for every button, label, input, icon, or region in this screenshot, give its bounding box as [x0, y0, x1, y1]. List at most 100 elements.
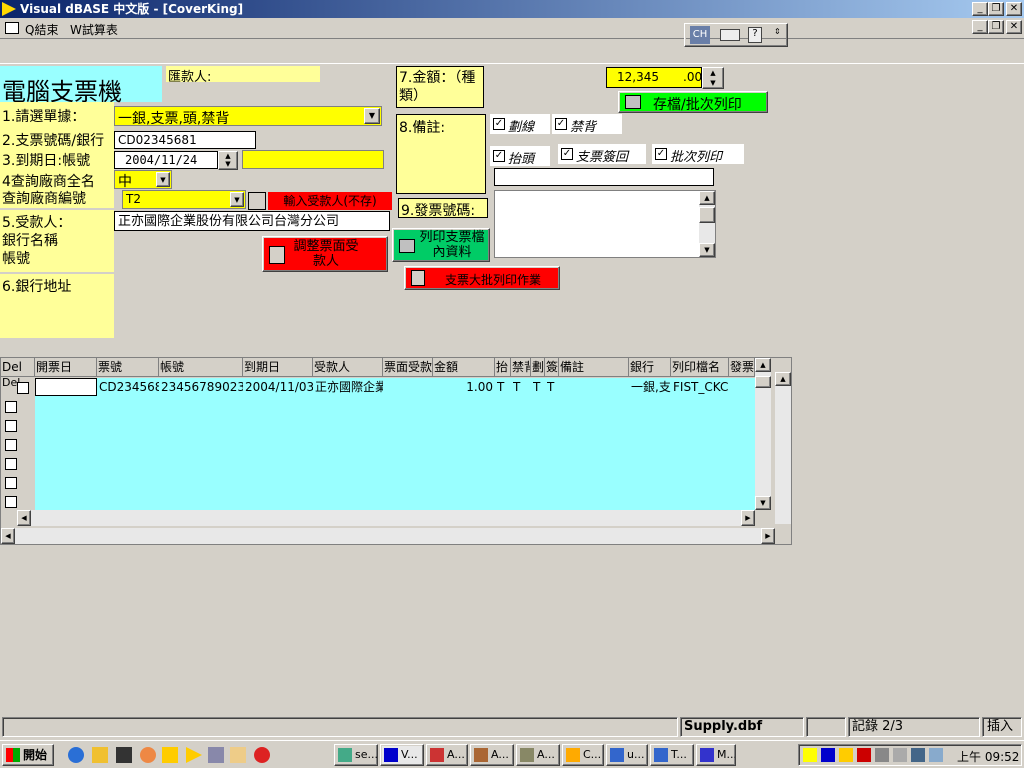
child-restore-button[interactable]: ❐ — [988, 20, 1004, 34]
row-delete-checkbox[interactable] — [5, 458, 17, 470]
child-minimize-button[interactable]: _ — [972, 20, 988, 34]
grid-cell[interactable]: 正亦國際企業 — [315, 378, 383, 396]
child-close-button[interactable]: ✕ — [1006, 20, 1022, 34]
grid-header[interactable]: 開票日 — [35, 358, 97, 377]
cross-line-checkbox[interactable]: ✓ 劃線 — [490, 114, 550, 135]
grid-cell[interactable]: T — [547, 378, 559, 396]
row-delete-checkbox[interactable] — [5, 477, 17, 489]
grid-header[interactable]: 銀行 — [629, 358, 671, 377]
taskbar-task-button[interactable]: M... — [696, 744, 736, 766]
grid-cell[interactable]: 一銀,支 — [631, 378, 671, 396]
row-delete-checkbox[interactable] — [5, 420, 17, 432]
due-date-field[interactable]: 2004/11/24 — [114, 151, 218, 169]
tray-icon[interactable] — [857, 748, 871, 762]
grid-cell[interactable]: 23456789023 — [161, 378, 243, 396]
grid-header[interactable]: 帳號 — [159, 358, 243, 377]
payee-field[interactable]: 正亦國際企業股份有限公司台灣分公司 — [114, 211, 390, 231]
grid-header[interactable]: 票號 — [97, 358, 159, 377]
grid-header[interactable]: 票面受款 — [383, 358, 433, 377]
taskbar-task-button[interactable]: T... — [650, 744, 694, 766]
record-icon[interactable] — [254, 747, 270, 763]
chevron-down-icon[interactable]: ▼ — [230, 192, 244, 207]
grid-header[interactable]: 抬 — [495, 358, 511, 377]
grid-vscroll[interactable]: ▲ — [775, 372, 791, 524]
ie-icon[interactable] — [68, 747, 84, 763]
check-number-field[interactable]: CD02345681 — [114, 131, 256, 149]
vendor-code-combo[interactable]: T2 ▼ — [122, 190, 246, 209]
grid-header[interactable]: 列印檔名 — [671, 358, 729, 377]
grid-hscroll[interactable]: ◀ ▶ — [1, 528, 775, 544]
document-select[interactable]: 一銀,支票,頭,禁背 ▼ — [114, 106, 382, 127]
row-delete-checkbox[interactable] — [17, 382, 29, 394]
taskbar-task-button[interactable]: A... — [516, 744, 560, 766]
restore-button[interactable]: ❐ — [988, 2, 1004, 16]
desktop-icon[interactable] — [116, 747, 132, 763]
tray-icon[interactable] — [929, 748, 943, 762]
data-grid[interactable]: Del開票日票號帳號到期日受款人票面受款金額抬禁背劃簽備註銀行列印檔名發票 De… — [0, 357, 792, 545]
tray-icon[interactable] — [911, 748, 925, 762]
batch-print-checkbox[interactable]: ✓ 批次列印 — [652, 144, 744, 165]
ime-menu-icon[interactable]: ⇕ — [774, 27, 782, 43]
grid-header[interactable]: 備註 — [559, 358, 629, 377]
textarea-scrollbar[interactable]: ▲ ▼ — [699, 191, 715, 257]
speaker-icon[interactable] — [803, 748, 817, 762]
grid-cell[interactable]: FIST_CKC — [673, 378, 729, 396]
input-payee-button[interactable]: 輸入受款人(不存) — [248, 192, 392, 210]
remarks-text-field[interactable] — [494, 168, 714, 186]
amount-field[interactable]: 12,345 .00 — [606, 67, 702, 88]
grid-header[interactable]: 發票 — [729, 358, 755, 377]
tray-icon[interactable] — [821, 748, 835, 762]
grid-header[interactable]: 到期日 — [243, 358, 313, 377]
menu-trial[interactable]: W試算表 — [70, 21, 118, 38]
balloon-icon[interactable] — [140, 747, 156, 763]
row-delete-checkbox[interactable] — [5, 496, 17, 508]
tool-icon[interactable] — [208, 747, 224, 763]
grid-cell[interactable]: CD234568 — [99, 378, 159, 396]
media-icon[interactable] — [162, 747, 178, 763]
batch-print-button[interactable]: 支票大批列印作業 — [404, 266, 560, 290]
tray-icon[interactable] — [839, 748, 853, 762]
grid-cell[interactable] — [37, 378, 97, 396]
grid-cell[interactable]: 1.00 — [435, 378, 495, 396]
grid-cell[interactable]: 2004/11/03 — [245, 378, 313, 396]
invoice-textarea[interactable]: ▲ ▼ — [494, 190, 716, 258]
grid-header[interactable]: 受款人 — [313, 358, 383, 377]
adjust-payee-button[interactable]: 調整票面受款人 — [262, 236, 388, 272]
outlook-icon[interactable] — [92, 747, 108, 763]
grid-header[interactable]: 劃 — [531, 358, 545, 377]
taskbar-task-button[interactable]: V... — [380, 744, 424, 766]
tray-icon[interactable] — [875, 748, 889, 762]
row-delete-checkbox[interactable] — [5, 439, 17, 451]
ch-button[interactable]: CH — [690, 26, 710, 44]
chevron-down-icon[interactable]: ▼ — [156, 172, 170, 187]
row-delete-checkbox[interactable] — [5, 401, 17, 413]
taskbar-task-button[interactable]: C... — [562, 744, 604, 766]
grid-header[interactable]: 金額 — [433, 358, 495, 377]
grid-cell[interactable]: T — [533, 378, 545, 396]
start-button[interactable]: 開始 — [2, 744, 54, 766]
due-date-spinner[interactable]: ▲ ▼ — [218, 151, 238, 170]
taskbar-task-button[interactable]: A... — [426, 744, 468, 766]
head-checkbox[interactable]: ✓ 抬頭 — [490, 146, 550, 167]
remarks-box[interactable]: 8.備註: — [396, 114, 486, 194]
taskbar-task-button[interactable]: u... — [606, 744, 648, 766]
edit-icon[interactable] — [230, 747, 246, 763]
chevron-down-icon[interactable]: ▼ — [364, 108, 380, 124]
minimize-button[interactable]: _ — [972, 2, 988, 16]
tray-icon[interactable] — [893, 748, 907, 762]
grid-header[interactable]: 禁背 — [511, 358, 531, 377]
taskbar-task-button[interactable]: se... — [334, 744, 378, 766]
keyboard-icon[interactable] — [720, 29, 740, 41]
help-icon[interactable]: ? — [748, 27, 762, 43]
taskbar-task-button[interactable]: A... — [470, 744, 514, 766]
grid-cell[interactable] — [385, 378, 433, 396]
grid-inner-vscroll[interactable]: ▲ ▼ — [755, 358, 771, 510]
grid-header[interactable]: Del — [1, 358, 35, 377]
close-button[interactable]: ✕ — [1006, 2, 1022, 16]
grid-inner-hscroll[interactable]: ◀ ▶ — [17, 510, 755, 526]
grid-cell[interactable]: T — [497, 378, 511, 396]
play-icon[interactable] — [186, 747, 202, 763]
amount-spinner[interactable]: ▲ ▼ — [702, 67, 724, 89]
check-return-checkbox[interactable]: ✓ 支票簽回 — [558, 144, 646, 165]
vendor-name-combo[interactable]: 中 ▼ — [114, 170, 172, 190]
